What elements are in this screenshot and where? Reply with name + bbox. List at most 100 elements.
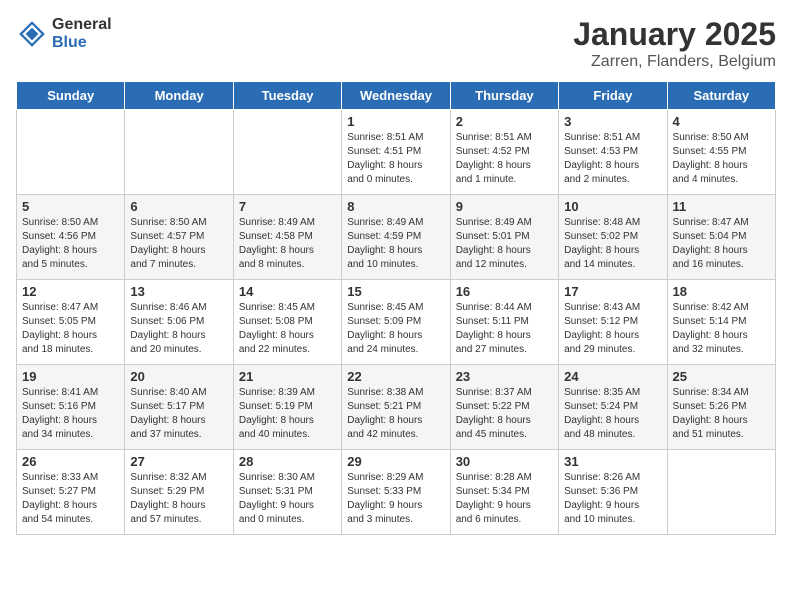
calendar-cell: 6Sunrise: 8:50 AM Sunset: 4:57 PM Daylig… bbox=[125, 195, 233, 280]
cell-content: Sunrise: 8:30 AM Sunset: 5:31 PM Dayligh… bbox=[239, 471, 336, 527]
logo-text: General Blue bbox=[52, 16, 112, 51]
calendar-cell: 8Sunrise: 8:49 AM Sunset: 4:59 PM Daylig… bbox=[342, 195, 450, 280]
calendar-week-2: 5 Sunrise: 8:50 AM Sunset: 4:56 PM Daylig… bbox=[17, 195, 776, 280]
day-number: 2 bbox=[456, 114, 553, 129]
calendar-cell bbox=[233, 110, 341, 195]
cell-content: Sunrise: 8:38 AM Sunset: 5:21 PM Dayligh… bbox=[347, 386, 444, 442]
day-number: 9 bbox=[456, 199, 553, 214]
cell-content: Sunrise: 8:48 AM Sunset: 5:02 PM Dayligh… bbox=[564, 216, 661, 272]
calendar-cell: 31 Sunrise: 8:26 AM Sunset: 5:36 PM Dayli… bbox=[559, 450, 667, 535]
day-number: 26 bbox=[22, 454, 119, 469]
day-number: 10 bbox=[564, 199, 661, 214]
calendar-cell: 12 Sunrise: 8:47 AM Sunset: 5:05 PM Dayli… bbox=[17, 280, 125, 365]
logo-blue-text: Blue bbox=[52, 34, 112, 52]
day-number: 14 bbox=[239, 284, 336, 299]
calendar-cell: 20 Sunrise: 8:40 AM Sunset: 5:17 PM Dayli… bbox=[125, 365, 233, 450]
day-number: 25 bbox=[673, 369, 770, 384]
cell-content: Sunrise: 8:32 AM Sunset: 5:29 PM Dayligh… bbox=[130, 471, 227, 527]
weekday-header-thursday: Thursday bbox=[450, 82, 558, 110]
calendar-cell bbox=[667, 450, 775, 535]
calendar-cell: 16 Sunrise: 8:44 AM Sunset: 5:11 PM Dayli… bbox=[450, 280, 558, 365]
calendar-cell: 27 Sunrise: 8:32 AM Sunset: 5:29 PM Dayli… bbox=[125, 450, 233, 535]
cell-content: Sunrise: 8:47 AM Sunset: 5:05 PM Dayligh… bbox=[22, 301, 119, 357]
logo: General Blue bbox=[16, 16, 112, 51]
calendar-cell: 26 Sunrise: 8:33 AM Sunset: 5:27 PM Dayli… bbox=[17, 450, 125, 535]
day-number: 16 bbox=[456, 284, 553, 299]
calendar-table: SundayMondayTuesdayWednesdayThursdayFrid… bbox=[16, 81, 776, 535]
calendar-week-5: 26 Sunrise: 8:33 AM Sunset: 5:27 PM Dayli… bbox=[17, 450, 776, 535]
calendar-cell bbox=[17, 110, 125, 195]
cell-content: Sunrise: 8:50 AM Sunset: 4:56 PM Dayligh… bbox=[22, 216, 119, 272]
cell-content: Sunrise: 8:51 AM Sunset: 4:52 PM Dayligh… bbox=[456, 131, 553, 187]
cell-content: Sunrise: 8:35 AM Sunset: 5:24 PM Dayligh… bbox=[564, 386, 661, 442]
calendar-cell: 17Sunrise: 8:43 AM Sunset: 5:12 PM Dayli… bbox=[559, 280, 667, 365]
calendar-cell: 11 Sunrise: 8:47 AM Sunset: 5:04 PM Dayli… bbox=[667, 195, 775, 280]
cell-content: Sunrise: 8:49 AM Sunset: 4:58 PM Dayligh… bbox=[239, 216, 336, 272]
cell-content: Sunrise: 8:51 AM Sunset: 4:53 PM Dayligh… bbox=[564, 131, 661, 187]
calendar-cell: 13Sunrise: 8:46 AM Sunset: 5:06 PM Dayli… bbox=[125, 280, 233, 365]
cell-content: Sunrise: 8:50 AM Sunset: 4:55 PM Dayligh… bbox=[673, 131, 770, 187]
day-number: 31 bbox=[564, 454, 661, 469]
day-number: 5 bbox=[22, 199, 119, 214]
day-number: 29 bbox=[347, 454, 444, 469]
cell-content: Sunrise: 8:39 AM Sunset: 5:19 PM Dayligh… bbox=[239, 386, 336, 442]
month-title: January 2025 bbox=[573, 16, 776, 53]
day-number: 1 bbox=[347, 114, 444, 129]
cell-content: Sunrise: 8:50 AM Sunset: 4:57 PM Dayligh… bbox=[130, 216, 227, 272]
day-number: 28 bbox=[239, 454, 336, 469]
title-block: January 2025 Zarren, Flanders, Belgium bbox=[573, 16, 776, 71]
day-number: 22 bbox=[347, 369, 444, 384]
calendar-cell: 23 Sunrise: 8:37 AM Sunset: 5:22 PM Dayli… bbox=[450, 365, 558, 450]
calendar-cell: 21 Sunrise: 8:39 AM Sunset: 5:19 PM Dayli… bbox=[233, 365, 341, 450]
calendar-cell: 10 Sunrise: 8:48 AM Sunset: 5:02 PM Dayli… bbox=[559, 195, 667, 280]
calendar-week-3: 12 Sunrise: 8:47 AM Sunset: 5:05 PM Dayli… bbox=[17, 280, 776, 365]
weekday-header-tuesday: Tuesday bbox=[233, 82, 341, 110]
day-number: 12 bbox=[22, 284, 119, 299]
cell-content: Sunrise: 8:47 AM Sunset: 5:04 PM Dayligh… bbox=[673, 216, 770, 272]
cell-content: Sunrise: 8:44 AM Sunset: 5:11 PM Dayligh… bbox=[456, 301, 553, 357]
cell-content: Sunrise: 8:45 AM Sunset: 5:08 PM Dayligh… bbox=[239, 301, 336, 357]
day-number: 19 bbox=[22, 369, 119, 384]
calendar-cell: 7Sunrise: 8:49 AM Sunset: 4:58 PM Daylig… bbox=[233, 195, 341, 280]
day-number: 24 bbox=[564, 369, 661, 384]
logo-icon bbox=[16, 18, 48, 50]
day-number: 4 bbox=[673, 114, 770, 129]
calendar-cell: 9Sunrise: 8:49 AM Sunset: 5:01 PM Daylig… bbox=[450, 195, 558, 280]
cell-content: Sunrise: 8:42 AM Sunset: 5:14 PM Dayligh… bbox=[673, 301, 770, 357]
weekday-header-friday: Friday bbox=[559, 82, 667, 110]
cell-content: Sunrise: 8:37 AM Sunset: 5:22 PM Dayligh… bbox=[456, 386, 553, 442]
cell-content: Sunrise: 8:45 AM Sunset: 5:09 PM Dayligh… bbox=[347, 301, 444, 357]
day-number: 11 bbox=[673, 199, 770, 214]
cell-content: Sunrise: 8:26 AM Sunset: 5:36 PM Dayligh… bbox=[564, 471, 661, 527]
weekday-header-row: SundayMondayTuesdayWednesdayThursdayFrid… bbox=[17, 82, 776, 110]
calendar-cell: 15 Sunrise: 8:45 AM Sunset: 5:09 PM Dayli… bbox=[342, 280, 450, 365]
calendar-cell: 24 Sunrise: 8:35 AM Sunset: 5:24 PM Dayli… bbox=[559, 365, 667, 450]
day-number: 18 bbox=[673, 284, 770, 299]
cell-content: Sunrise: 8:40 AM Sunset: 5:17 PM Dayligh… bbox=[130, 386, 227, 442]
cell-content: Sunrise: 8:51 AM Sunset: 4:51 PM Dayligh… bbox=[347, 131, 444, 187]
day-number: 27 bbox=[130, 454, 227, 469]
day-number: 15 bbox=[347, 284, 444, 299]
cell-content: Sunrise: 8:29 AM Sunset: 5:33 PM Dayligh… bbox=[347, 471, 444, 527]
page-header: General Blue January 2025 Zarren, Flande… bbox=[16, 16, 776, 71]
calendar-cell: 25Sunrise: 8:34 AM Sunset: 5:26 PM Dayli… bbox=[667, 365, 775, 450]
day-number: 20 bbox=[130, 369, 227, 384]
weekday-header-sunday: Sunday bbox=[17, 82, 125, 110]
calendar-cell: 5 Sunrise: 8:50 AM Sunset: 4:56 PM Daylig… bbox=[17, 195, 125, 280]
calendar-cell bbox=[125, 110, 233, 195]
location-title: Zarren, Flanders, Belgium bbox=[573, 53, 776, 71]
calendar-cell: 1 Sunrise: 8:51 AM Sunset: 4:51 PM Daylig… bbox=[342, 110, 450, 195]
calendar-week-1: 1 Sunrise: 8:51 AM Sunset: 4:51 PM Daylig… bbox=[17, 110, 776, 195]
logo-general-text: General bbox=[52, 16, 112, 34]
calendar-cell: 28 Sunrise: 8:30 AM Sunset: 5:31 PM Dayli… bbox=[233, 450, 341, 535]
calendar-cell: 14 Sunrise: 8:45 AM Sunset: 5:08 PM Dayli… bbox=[233, 280, 341, 365]
calendar-cell: 29 Sunrise: 8:29 AM Sunset: 5:33 PM Dayli… bbox=[342, 450, 450, 535]
calendar-cell: 3Sunrise: 8:51 AM Sunset: 4:53 PM Daylig… bbox=[559, 110, 667, 195]
day-number: 8 bbox=[347, 199, 444, 214]
calendar-cell: 30Sunrise: 8:28 AM Sunset: 5:34 PM Dayli… bbox=[450, 450, 558, 535]
day-number: 23 bbox=[456, 369, 553, 384]
cell-content: Sunrise: 8:33 AM Sunset: 5:27 PM Dayligh… bbox=[22, 471, 119, 527]
cell-content: Sunrise: 8:41 AM Sunset: 5:16 PM Dayligh… bbox=[22, 386, 119, 442]
day-number: 13 bbox=[130, 284, 227, 299]
day-number: 21 bbox=[239, 369, 336, 384]
